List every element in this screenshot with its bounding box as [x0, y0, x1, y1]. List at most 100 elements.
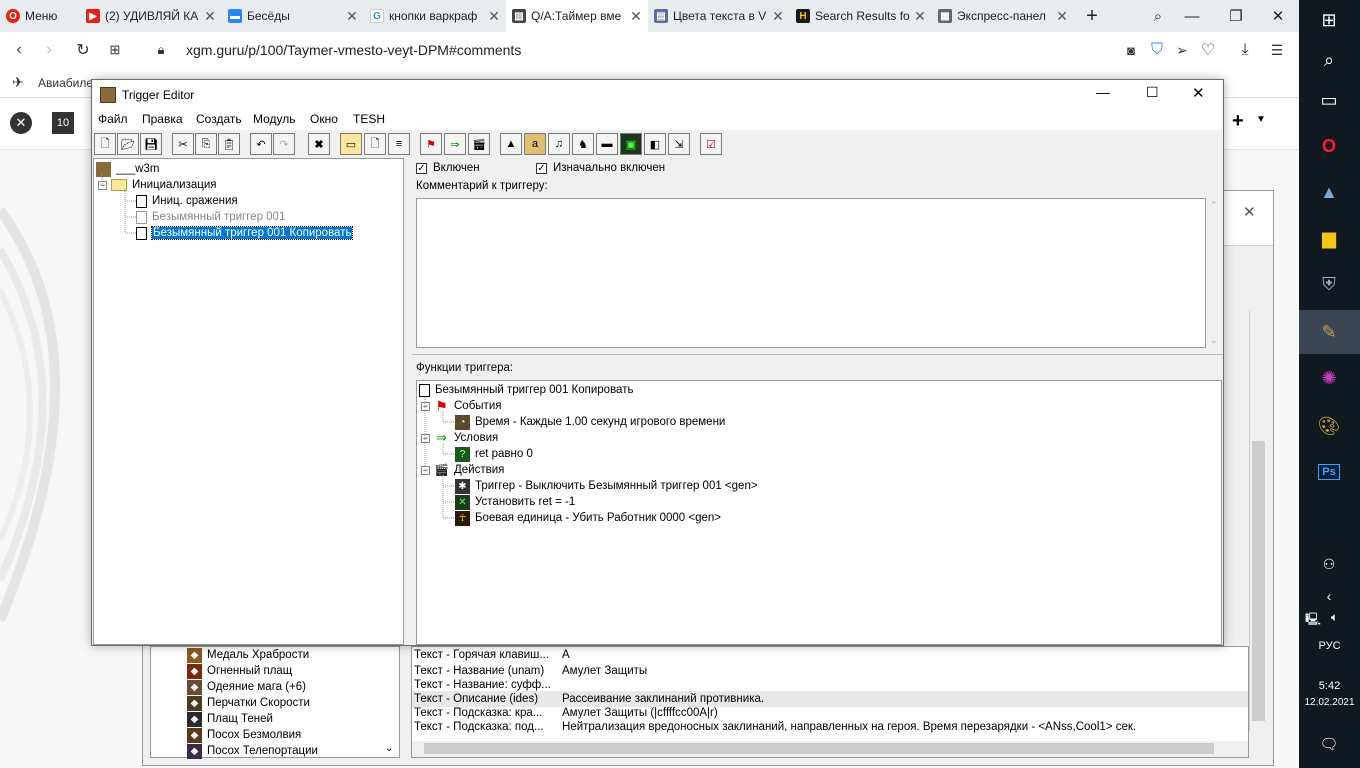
- search-icon[interactable]: ⌕: [1311, 42, 1347, 78]
- new-condition-icon[interactable]: ⇒: [444, 133, 466, 155]
- opera-menu-button[interactable]: O Меню: [0, 0, 80, 32]
- notifications-icon[interactable]: 🗨︎: [1311, 726, 1347, 762]
- opera-taskbar-icon[interactable]: O: [1311, 128, 1347, 164]
- import-manager-icon[interactable]: ⇲: [668, 133, 690, 155]
- download-icon[interactable]: ⤓: [1230, 32, 1260, 68]
- ai-editor-icon[interactable]: ▣: [620, 133, 642, 155]
- list-item[interactable]: ◆ Плащ Теней: [187, 711, 273, 727]
- function-condition-item[interactable]: ? ret равно 0: [455, 446, 533, 462]
- function-action-item[interactable]: ✱ Триггер - Выключить Безымянный триггер…: [455, 478, 758, 494]
- menu-edit[interactable]: Правка: [142, 112, 183, 126]
- comment-scrollbar[interactable]: ⌃ ⌄: [1208, 198, 1220, 348]
- test-map-icon[interactable]: ☑: [700, 133, 722, 155]
- volume-icon[interactable]: 🔈︎: [1331, 610, 1338, 625]
- warcraft-icon[interactable]: ⛨: [1311, 266, 1347, 302]
- people-icon[interactable]: ⚇: [1311, 546, 1347, 582]
- horizontal-scrollbar[interactable]: [412, 741, 1248, 757]
- clock-date[interactable]: 12.02.2021: [1299, 697, 1360, 708]
- minimize-browser-button[interactable]: —: [1170, 0, 1214, 32]
- menu-file[interactable]: Файл: [98, 112, 128, 126]
- table-row[interactable]: Текст - Подсказка: под... Нейтрализация в…: [414, 719, 1136, 735]
- close-dialog-icon[interactable]: ✕: [1243, 203, 1256, 221]
- site-badge[interactable]: 10: [52, 112, 74, 134]
- tab-2[interactable]: G кнопки варкраф ✕: [364, 0, 506, 32]
- photoshop-icon[interactable]: Ps: [1311, 454, 1347, 490]
- open-icon[interactable]: 📂︎: [117, 133, 139, 155]
- heart-icon[interactable]: ♡: [1193, 32, 1223, 68]
- app-taskbar-icon[interactable]: ▲: [1311, 174, 1347, 210]
- tree-item-trigger-001-copy[interactable]: Безымянный триггер 001 Копировать: [136, 225, 354, 241]
- campaign-editor-icon[interactable]: ▬: [596, 133, 618, 155]
- tab-close-icon[interactable]: ✕: [204, 8, 216, 25]
- copy-icon[interactable]: ⎘: [195, 133, 217, 155]
- list-item[interactable]: ◆ Медаль Храбрости: [187, 647, 309, 663]
- easy-setup-icon[interactable]: ☰: [1262, 32, 1292, 68]
- reload-button[interactable]: ↻: [68, 32, 98, 68]
- new-icon[interactable]: 🗋︎: [94, 133, 116, 155]
- scroll-down-icon[interactable]: ⌄: [1210, 335, 1218, 346]
- tab-1[interactable]: ▬ Бесёды ✕: [222, 0, 364, 32]
- restore-browser-button[interactable]: ❐: [1214, 0, 1258, 32]
- app2-taskbar-icon[interactable]: ✺: [1311, 360, 1347, 396]
- close-browser-button[interactable]: ✕: [1256, 0, 1300, 32]
- new-trigger-icon[interactable]: 🗋︎: [364, 133, 386, 155]
- tab-5[interactable]: H Search Results fo ✕: [790, 0, 932, 32]
- sound-editor-icon[interactable]: ♫: [548, 133, 570, 155]
- file-explorer-icon[interactable]: ▆: [1311, 220, 1347, 256]
- show-hidden-icons-chevron[interactable]: ‹: [1311, 578, 1347, 614]
- tab-close-icon[interactable]: ✕: [630, 8, 642, 25]
- list-item[interactable]: ◆ Посох Безмолвия: [187, 727, 301, 743]
- tab-close-icon[interactable]: ✕: [1056, 8, 1068, 25]
- list-item[interactable]: ◆ Посох Телепортации: [187, 743, 318, 759]
- tree-item-trigger-001[interactable]: Безымянный триггер 001: [136, 209, 285, 225]
- task-view-icon[interactable]: ▭: [1311, 82, 1347, 118]
- tab-close-icon[interactable]: ✕: [914, 8, 926, 25]
- tab-close-icon[interactable]: ✕: [772, 8, 784, 25]
- object-manager-icon[interactable]: ◧: [644, 133, 666, 155]
- url-field[interactable]: xgm.guru/p/100/Taymer-vmesto-veyt-DPM#co…: [186, 42, 521, 58]
- language-indicator[interactable]: РУС: [1299, 640, 1360, 652]
- network-icon[interactable]: 🖳︎: [1305, 610, 1321, 631]
- title-bar[interactable]: Trigger Editor — ☐ ✕: [92, 80, 1223, 110]
- redo-icon[interactable]: ↷: [273, 133, 295, 155]
- menu-create[interactable]: Создать: [196, 112, 242, 126]
- maximize-button[interactable]: ☐: [1146, 84, 1159, 101]
- tab-3-active[interactable]: ▨ Q/A:Таймер вме ✕: [506, 0, 648, 32]
- initially-enabled-checkbox[interactable]: ✓ Изначально включен: [536, 160, 665, 176]
- comment-textarea[interactable]: [416, 198, 1206, 348]
- menu-module[interactable]: Модуль: [253, 112, 296, 126]
- delete-icon[interactable]: ✖: [308, 133, 330, 155]
- new-comment-icon[interactable]: ≡: [388, 133, 410, 155]
- cut-icon[interactable]: ✂: [172, 133, 194, 155]
- function-action-item[interactable]: ✕ Установить ret = -1: [455, 494, 575, 510]
- list-item[interactable]: ◆ Одеяние мага (+6): [187, 679, 306, 695]
- minimize-button[interactable]: —: [1096, 84, 1110, 100]
- object-editor-icon[interactable]: ♞: [572, 133, 594, 155]
- function-event-item[interactable]: ◔ Время - Каждые 1.00 секунд игрового вр…: [455, 414, 725, 430]
- tab-6[interactable]: ▦ Экспресс-панел ✕: [932, 0, 1074, 32]
- tab-4[interactable]: ▤ Цвета текста в V ✕: [648, 0, 790, 32]
- back-button[interactable]: ‹: [4, 32, 34, 68]
- trigger-editor-tool-icon[interactable]: a: [524, 133, 546, 155]
- undo-icon[interactable]: ↶: [250, 133, 272, 155]
- scroll-up-icon[interactable]: ⌃: [1210, 200, 1218, 211]
- add-icon[interactable]: +: [1232, 110, 1244, 133]
- windows-start-icon[interactable]: ⊞: [1311, 2, 1347, 38]
- new-category-icon[interactable]: ▭: [340, 133, 362, 155]
- paste-icon[interactable]: 📋︎: [218, 133, 240, 155]
- close-circle-icon[interactable]: ✕: [10, 112, 32, 134]
- caret-down-icon[interactable]: ▼: [1256, 114, 1266, 125]
- tab-close-icon[interactable]: ✕: [346, 8, 358, 25]
- right-scrollbar[interactable]: [1249, 311, 1267, 731]
- tab-0[interactable]: ▶ (2) УДИВЛЯЙ КА ✕: [80, 0, 222, 32]
- new-event-icon[interactable]: ⚑: [420, 133, 442, 155]
- tab-close-icon[interactable]: ✕: [488, 8, 500, 25]
- function-action-item[interactable]: ☥ Боевая единица - Убить Работник 0000 <…: [455, 510, 721, 526]
- new-action-icon[interactable]: 🎬︎: [468, 133, 490, 155]
- pane-splitter[interactable]: [404, 158, 412, 645]
- table-row[interactable]: Текст - Горячая клавиш... A: [414, 647, 570, 663]
- horizontal-splitter[interactable]: [412, 354, 1223, 358]
- terrain-editor-icon[interactable]: ▲: [500, 133, 522, 155]
- forward-button[interactable]: ›: [34, 32, 64, 68]
- enabled-checkbox[interactable]: ✓ Включен: [416, 160, 480, 176]
